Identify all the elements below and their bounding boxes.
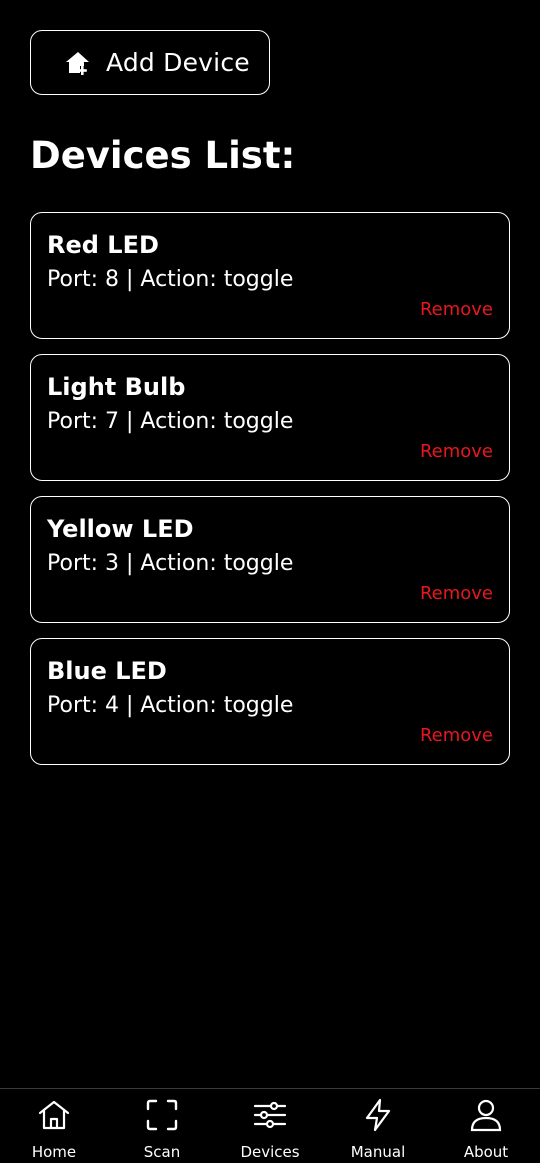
- device-card: Blue LED Port: 4 | Action: toggle Remove: [30, 638, 510, 765]
- nav-label: Devices: [240, 1143, 300, 1161]
- sliders-icon: [252, 1097, 288, 1133]
- device-name: Red LED: [47, 231, 159, 259]
- nav-item-home[interactable]: Home: [0, 1089, 108, 1163]
- nav-label: Manual: [350, 1143, 406, 1161]
- nav-item-manual[interactable]: Manual: [324, 1089, 432, 1163]
- device-meta: Port: 8 | Action: toggle: [47, 267, 294, 292]
- person-icon: [468, 1097, 504, 1133]
- devices-list: Red LED Port: 8 | Action: toggle Remove …: [30, 212, 510, 780]
- nav-label: Home: [31, 1143, 77, 1161]
- remove-button[interactable]: Remove: [420, 583, 493, 604]
- home-icon: [36, 1097, 72, 1133]
- remove-button[interactable]: Remove: [420, 299, 493, 320]
- page-title: Devices List:: [30, 134, 296, 177]
- bottom-nav: Home Scan Devices Manual About: [0, 1088, 540, 1163]
- device-name: Light Bulb: [47, 373, 186, 401]
- remove-button[interactable]: Remove: [420, 441, 493, 462]
- device-meta: Port: 7 | Action: toggle: [47, 409, 294, 434]
- device-name: Yellow LED: [47, 515, 194, 543]
- device-meta: Port: 3 | Action: toggle: [47, 551, 294, 576]
- device-card: Red LED Port: 8 | Action: toggle Remove: [30, 212, 510, 339]
- nav-item-about[interactable]: About: [432, 1089, 540, 1163]
- scan-icon: [144, 1097, 180, 1133]
- device-card: Light Bulb Port: 7 | Action: toggle Remo…: [30, 354, 510, 481]
- lightning-icon: [360, 1097, 396, 1133]
- device-card: Yellow LED Port: 3 | Action: toggle Remo…: [30, 496, 510, 623]
- add-device-button[interactable]: Add Device: [30, 30, 270, 95]
- device-name: Blue LED: [47, 657, 167, 685]
- nav-label: About: [463, 1143, 509, 1161]
- home-add-icon: [64, 49, 92, 77]
- nav-item-devices[interactable]: Devices: [216, 1089, 324, 1163]
- remove-button[interactable]: Remove: [420, 725, 493, 746]
- add-device-label: Add Device: [106, 48, 250, 77]
- nav-label: Scan: [143, 1143, 181, 1161]
- nav-item-scan[interactable]: Scan: [108, 1089, 216, 1163]
- device-meta: Port: 4 | Action: toggle: [47, 693, 294, 718]
